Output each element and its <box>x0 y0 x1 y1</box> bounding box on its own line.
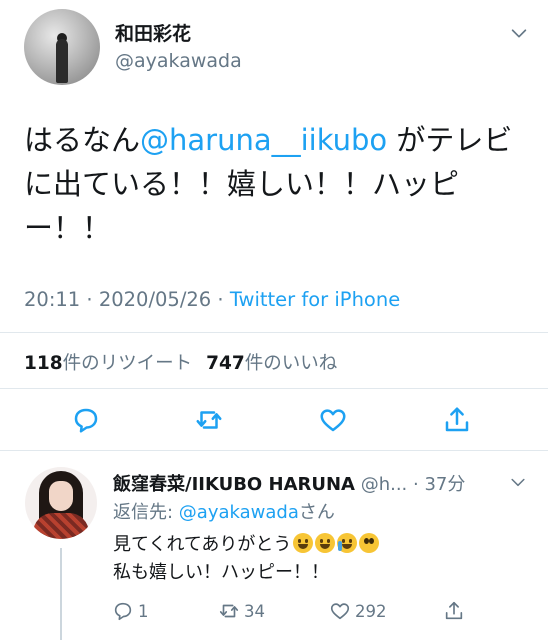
replying-to-link[interactable]: @ayakawada <box>179 502 299 523</box>
heart-icon[interactable] <box>318 405 348 435</box>
retweet-count: 118 <box>24 353 63 374</box>
reply-author-handle[interactable]: @h... <box>355 474 408 495</box>
joy-emoji <box>315 533 336 553</box>
meta-separator: · <box>211 288 230 311</box>
share-icon[interactable] <box>442 405 472 435</box>
like-count: 747 <box>206 353 245 374</box>
divider <box>0 332 548 333</box>
reply-line-1-text: 見てくれてありがとう <box>113 534 292 555</box>
reply-time[interactable]: 37分 <box>424 474 465 495</box>
tweet-meta: 20:11 · 2020/05/26 · Twitter for iPhone <box>24 288 400 311</box>
avatar-outfit <box>33 513 89 539</box>
like-stat-label: 件のいいね <box>244 353 338 374</box>
retweet-icon[interactable] <box>194 405 224 435</box>
mention-link[interactable]: @haruna__iikubo <box>140 123 387 157</box>
reply-author-name[interactable]: 飯窪春菜/IIKUBO HARUNA <box>113 474 355 495</box>
reply-comment-button[interactable]: 1 <box>112 600 149 622</box>
reply-retweet-button[interactable]: 34 <box>218 600 265 622</box>
divider <box>0 450 548 451</box>
tweet-text-before: はるなん <box>24 123 141 157</box>
like-stat[interactable]: 747件のいいね <box>206 353 337 374</box>
reply-line-2: 私も嬉しい！ハッピー！！ <box>113 562 329 583</box>
tweet-source-link[interactable]: Twitter for iPhone <box>230 288 400 311</box>
share-icon <box>445 601 463 620</box>
retweet-icon <box>219 604 239 618</box>
pleading-emoji <box>359 533 380 553</box>
avatar-face <box>49 481 73 511</box>
heart-icon <box>330 603 350 620</box>
reply-text: 見てくれてありがとう 私も嬉しい！ハッピー！！ <box>113 531 380 587</box>
comment-icon <box>114 602 132 621</box>
reply-like-count: 292 <box>355 601 387 621</box>
chevron-down-icon[interactable] <box>508 22 530 44</box>
crying-emoji <box>337 533 358 553</box>
laughing-emoji <box>293 533 314 553</box>
chevron-down-icon[interactable] <box>508 472 528 492</box>
tweet-time: 20:11 <box>24 288 81 311</box>
retweet-stat[interactable]: 118件のリツイート <box>24 353 192 374</box>
avatar-figure-body <box>56 39 68 83</box>
reply-author-avatar[interactable] <box>25 467 97 539</box>
author-avatar[interactable] <box>24 9 100 85</box>
tweet-date: 2020/05/26 <box>98 288 212 311</box>
replying-to: 返信先: @ayakawadaさん <box>113 498 335 524</box>
reply-line-1: 見てくれてありがとう <box>113 531 380 559</box>
reply-share-button[interactable] <box>443 600 469 622</box>
reply-like-button[interactable]: 292 <box>329 600 387 622</box>
meta-separator: · <box>407 474 425 495</box>
reply-header: 飯窪春菜/IIKUBO HARUNA @h... · 37分 <box>113 470 465 496</box>
author-handle[interactable]: @ayakawada <box>115 50 242 72</box>
replying-suffix: さん <box>298 502 335 523</box>
retweet-stat-label: 件のリツイート <box>62 353 193 374</box>
reply-comment-count: 1 <box>138 601 149 621</box>
tweet-text: はるなん@haruna__iikubo がテレビに出ている！！嬉しい！！ハッピー… <box>24 118 529 250</box>
author-name[interactable]: 和田彩花 <box>115 19 191 46</box>
reply-retweet-count: 34 <box>244 601 265 621</box>
replying-prefix: 返信先: <box>113 502 179 523</box>
meta-separator: · <box>80 288 99 311</box>
tweet-stats: 118件のリツイート 747件のいいね <box>24 349 337 375</box>
comment-icon[interactable] <box>71 405 101 435</box>
thread-line <box>60 548 62 640</box>
divider <box>0 388 548 389</box>
